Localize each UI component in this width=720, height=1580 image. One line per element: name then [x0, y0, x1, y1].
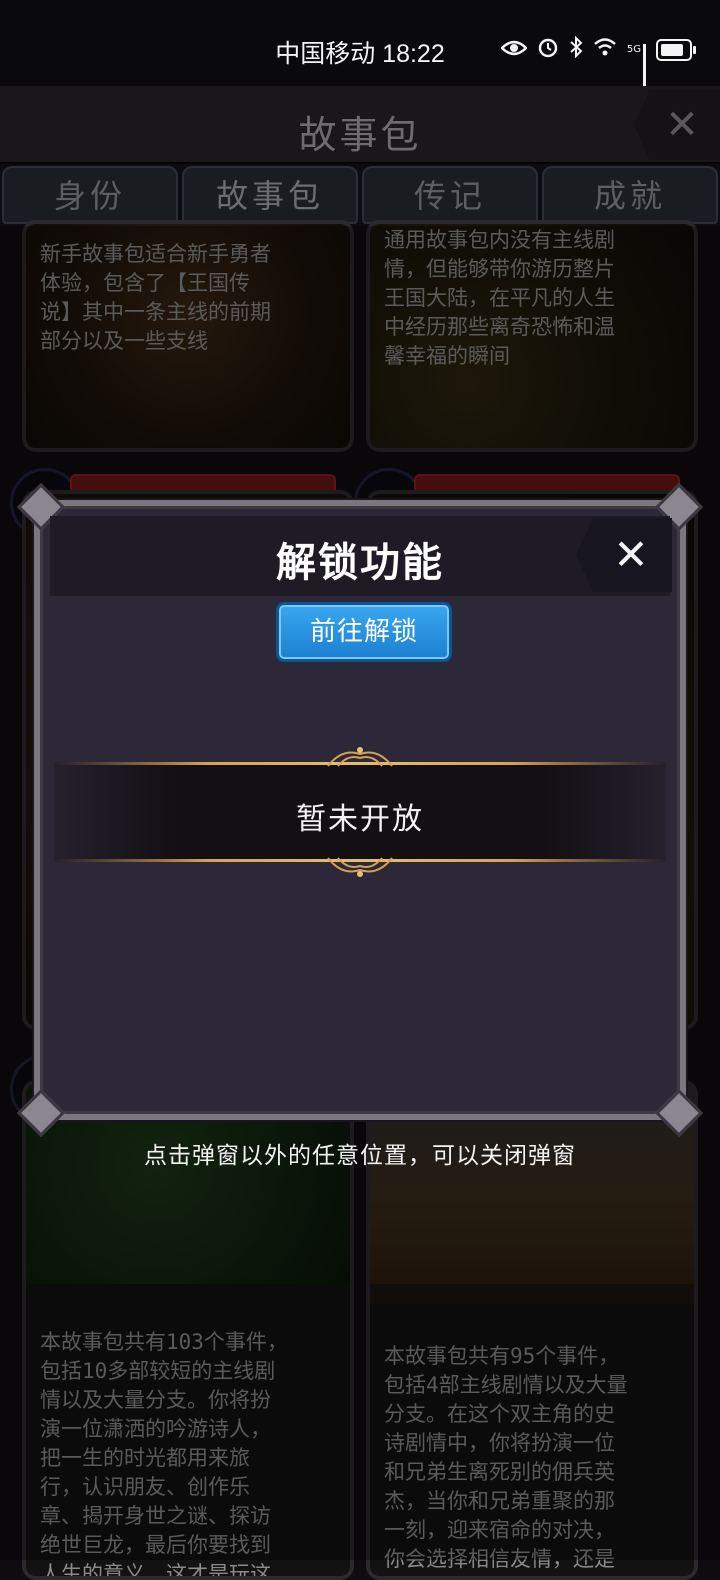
- bluetooth-icon: [569, 35, 583, 63]
- battery-icon: [656, 38, 696, 61]
- close-icon[interactable]: ✕: [576, 518, 672, 592]
- page-title: 故事包: [298, 113, 422, 157]
- tab-biography[interactable]: 传记: [362, 166, 538, 224]
- tab-identity[interactable]: 身份: [2, 166, 178, 224]
- tab-bar: 身份 故事包 传记 成就: [2, 166, 718, 226]
- ornament-bottom-icon: [327, 857, 393, 877]
- ornament-top-icon: [327, 747, 393, 767]
- wifi-icon: [593, 37, 617, 62]
- status-icons: 5G: [500, 35, 696, 89]
- status-banner: 暂未开放: [54, 747, 666, 877]
- tab-story-pack[interactable]: 故事包: [182, 166, 358, 224]
- close-icon[interactable]: ✕: [634, 90, 720, 160]
- status-text: 暂未开放: [296, 802, 424, 837]
- signal-icon: 5G: [626, 38, 646, 89]
- eye-icon: [500, 38, 528, 62]
- go-unlock-button[interactable]: 前往解锁: [276, 602, 452, 662]
- unlock-modal: 解锁功能 ✕ 前往解锁 暂未开放: [16, 482, 704, 1138]
- status-bar: 中国移动 18:22 5G: [0, 0, 720, 89]
- tab-achievements[interactable]: 成就: [542, 166, 718, 224]
- network-label: 5G: [626, 43, 641, 55]
- alarm-icon: [537, 36, 559, 63]
- close-hint: 点击弹窗以外的任意位置，可以关闭弹窗: [144, 1143, 576, 1169]
- page-header: 故事包 ✕: [0, 86, 720, 164]
